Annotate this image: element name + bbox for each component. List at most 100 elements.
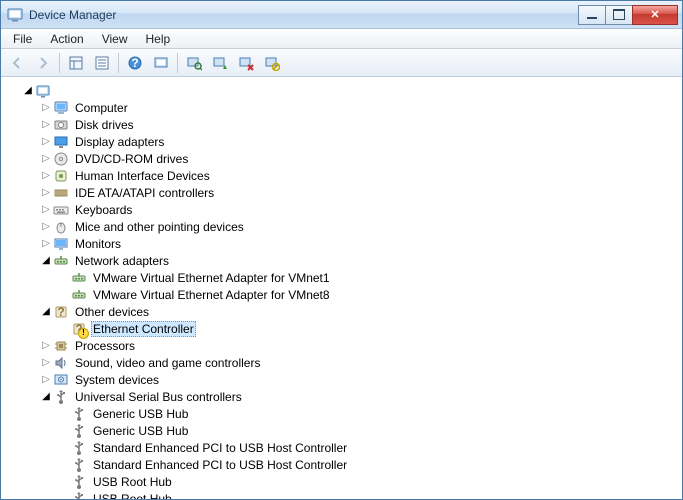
help-button[interactable]: ?: [123, 52, 147, 74]
tree-node[interactable]: ▷ Computer: [3, 99, 680, 116]
menu-action[interactable]: Action: [42, 30, 91, 48]
tree-node-label[interactable]: USB Root Hub: [91, 492, 174, 500]
tree-node-label[interactable]: USB Root Hub: [91, 475, 174, 489]
tree-node[interactable]: ◢: [3, 82, 680, 99]
tree-node[interactable]: VMware Virtual Ethernet Adapter for VMne…: [3, 269, 680, 286]
network-icon: [71, 270, 87, 286]
tree-node[interactable]: USB Root Hub: [3, 473, 680, 490]
tree-node-label[interactable]: System devices: [73, 373, 161, 387]
tree-node-label[interactable]: Display adapters: [73, 135, 166, 149]
expand-icon[interactable]: ▷: [39, 169, 53, 183]
menu-help[interactable]: Help: [138, 30, 179, 48]
tree-node-label[interactable]: Generic USB Hub: [91, 407, 190, 421]
svg-text:?: ?: [57, 305, 64, 319]
expand-icon[interactable]: ▷: [39, 186, 53, 200]
tree-node-label[interactable]: Keyboards: [73, 203, 134, 217]
tree-node[interactable]: Generic USB Hub: [3, 405, 680, 422]
menu-file[interactable]: File: [5, 30, 40, 48]
network-icon: [53, 253, 69, 269]
collapse-icon[interactable]: ◢: [39, 254, 53, 268]
tree-node[interactable]: Generic USB Hub: [3, 422, 680, 439]
tree-node-label[interactable]: DVD/CD-ROM drives: [73, 152, 190, 166]
tree-node[interactable]: ▷ Monitors: [3, 235, 680, 252]
tree-node[interactable]: ▷ Sound, video and game controllers: [3, 354, 680, 371]
expand-icon[interactable]: ▷: [39, 203, 53, 217]
expand-icon[interactable]: ▷: [39, 356, 53, 370]
tree-node[interactable]: VMware Virtual Ethernet Adapter for VMne…: [3, 286, 680, 303]
forward-button[interactable]: [31, 52, 55, 74]
tree-node[interactable]: ◢ Universal Serial Bus controllers: [3, 388, 680, 405]
tree-node-label[interactable]: Universal Serial Bus controllers: [73, 390, 244, 404]
usb-icon: [71, 440, 87, 456]
tree-node[interactable]: ▷ Keyboards: [3, 201, 680, 218]
expand-icon[interactable]: ▷: [39, 339, 53, 353]
tree-node[interactable]: ▷ Processors: [3, 337, 680, 354]
tree-node[interactable]: Standard Enhanced PCI to USB Host Contro…: [3, 439, 680, 456]
device-tree-pane[interactable]: ◢▷Computer▷Disk drives▷Display adapters▷…: [1, 77, 682, 499]
tree-node-label[interactable]: Processors: [73, 339, 137, 353]
expand-icon[interactable]: ▷: [39, 237, 53, 251]
usb-icon: [71, 423, 87, 439]
tree-node-label[interactable]: Mice and other pointing devices: [73, 220, 246, 234]
collapse-icon[interactable]: ◢: [39, 390, 53, 404]
tree-node-label[interactable]: Network adapters: [73, 254, 171, 268]
tree-node-label[interactable]: Generic USB Hub: [91, 424, 190, 438]
expand-icon[interactable]: ▷: [39, 135, 53, 149]
device-manager-window: Device Manager File Action View Help ? ◢…: [0, 0, 683, 500]
titlebar[interactable]: Device Manager: [1, 1, 682, 29]
uninstall-button[interactable]: [234, 52, 258, 74]
update-driver-button[interactable]: [208, 52, 232, 74]
disk-icon: [53, 117, 69, 133]
tree-node[interactable]: Standard Enhanced PCI to USB Host Contro…: [3, 456, 680, 473]
tree-node[interactable]: ▷ System devices: [3, 371, 680, 388]
cpu-icon: [53, 338, 69, 354]
show-hidden-button[interactable]: [64, 52, 88, 74]
minimize-button[interactable]: [578, 5, 606, 25]
menu-view[interactable]: View: [94, 30, 136, 48]
tree-node-label[interactable]: VMware Virtual Ethernet Adapter for VMne…: [91, 271, 332, 285]
tree-node[interactable]: ▷ IDE ATA/ATAPI controllers: [3, 184, 680, 201]
device-tree[interactable]: ◢▷Computer▷Disk drives▷Display adapters▷…: [3, 82, 680, 499]
tree-node[interactable]: ▷ Human Interface Devices: [3, 167, 680, 184]
expand-icon[interactable]: ▷: [39, 101, 53, 115]
svg-text:?: ?: [131, 56, 138, 70]
tree-node-label[interactable]: Human Interface Devices: [73, 169, 212, 183]
tree-node-label[interactable]: Sound, video and game controllers: [73, 356, 262, 370]
collapse-icon[interactable]: ◢: [39, 305, 53, 319]
toolbar: ?: [1, 49, 682, 77]
tree-node[interactable]: ◢? Other devices: [3, 303, 680, 320]
tree-node-label[interactable]: Ethernet Controller: [91, 321, 196, 337]
ide-icon: [53, 185, 69, 201]
collapse-icon[interactable]: ◢: [21, 84, 35, 98]
tree-node[interactable]: USB Root Hub: [3, 490, 680, 499]
tree-node[interactable]: ▷ Disk drives: [3, 116, 680, 133]
display-icon: [53, 134, 69, 150]
tree-node-label[interactable]: VMware Virtual Ethernet Adapter for VMne…: [91, 288, 332, 302]
toolbar-separator: [177, 53, 178, 73]
tree-node-label[interactable]: Other devices: [73, 305, 151, 319]
tree-node[interactable]: ?Ethernet Controller: [3, 320, 680, 337]
tree-node[interactable]: ▷ DVD/CD-ROM drives: [3, 150, 680, 167]
expand-icon[interactable]: ▷: [39, 373, 53, 387]
close-button[interactable]: [632, 5, 678, 25]
expand-icon[interactable]: ▷: [39, 118, 53, 132]
tree-node[interactable]: ▷ Display adapters: [3, 133, 680, 150]
tree-node-label[interactable]: Computer: [73, 101, 130, 115]
refresh-button[interactable]: [149, 52, 173, 74]
toolbar-separator: [59, 53, 60, 73]
expand-icon[interactable]: ▷: [39, 152, 53, 166]
maximize-button[interactable]: [605, 5, 633, 25]
tree-node-label[interactable]: Standard Enhanced PCI to USB Host Contro…: [91, 441, 349, 455]
tree-node-label[interactable]: Disk drives: [73, 118, 136, 132]
system-icon: [53, 372, 69, 388]
tree-node[interactable]: ▷ Mice and other pointing devices: [3, 218, 680, 235]
tree-node-label[interactable]: Standard Enhanced PCI to USB Host Contro…: [91, 458, 349, 472]
tree-node-label[interactable]: Monitors: [73, 237, 123, 251]
back-button[interactable]: [5, 52, 29, 74]
expand-icon[interactable]: ▷: [39, 220, 53, 234]
disable-button[interactable]: [260, 52, 284, 74]
scan-hardware-button[interactable]: [182, 52, 206, 74]
properties-button[interactable]: [90, 52, 114, 74]
tree-node[interactable]: ◢ Network adapters: [3, 252, 680, 269]
tree-node-label[interactable]: IDE ATA/ATAPI controllers: [73, 186, 216, 200]
